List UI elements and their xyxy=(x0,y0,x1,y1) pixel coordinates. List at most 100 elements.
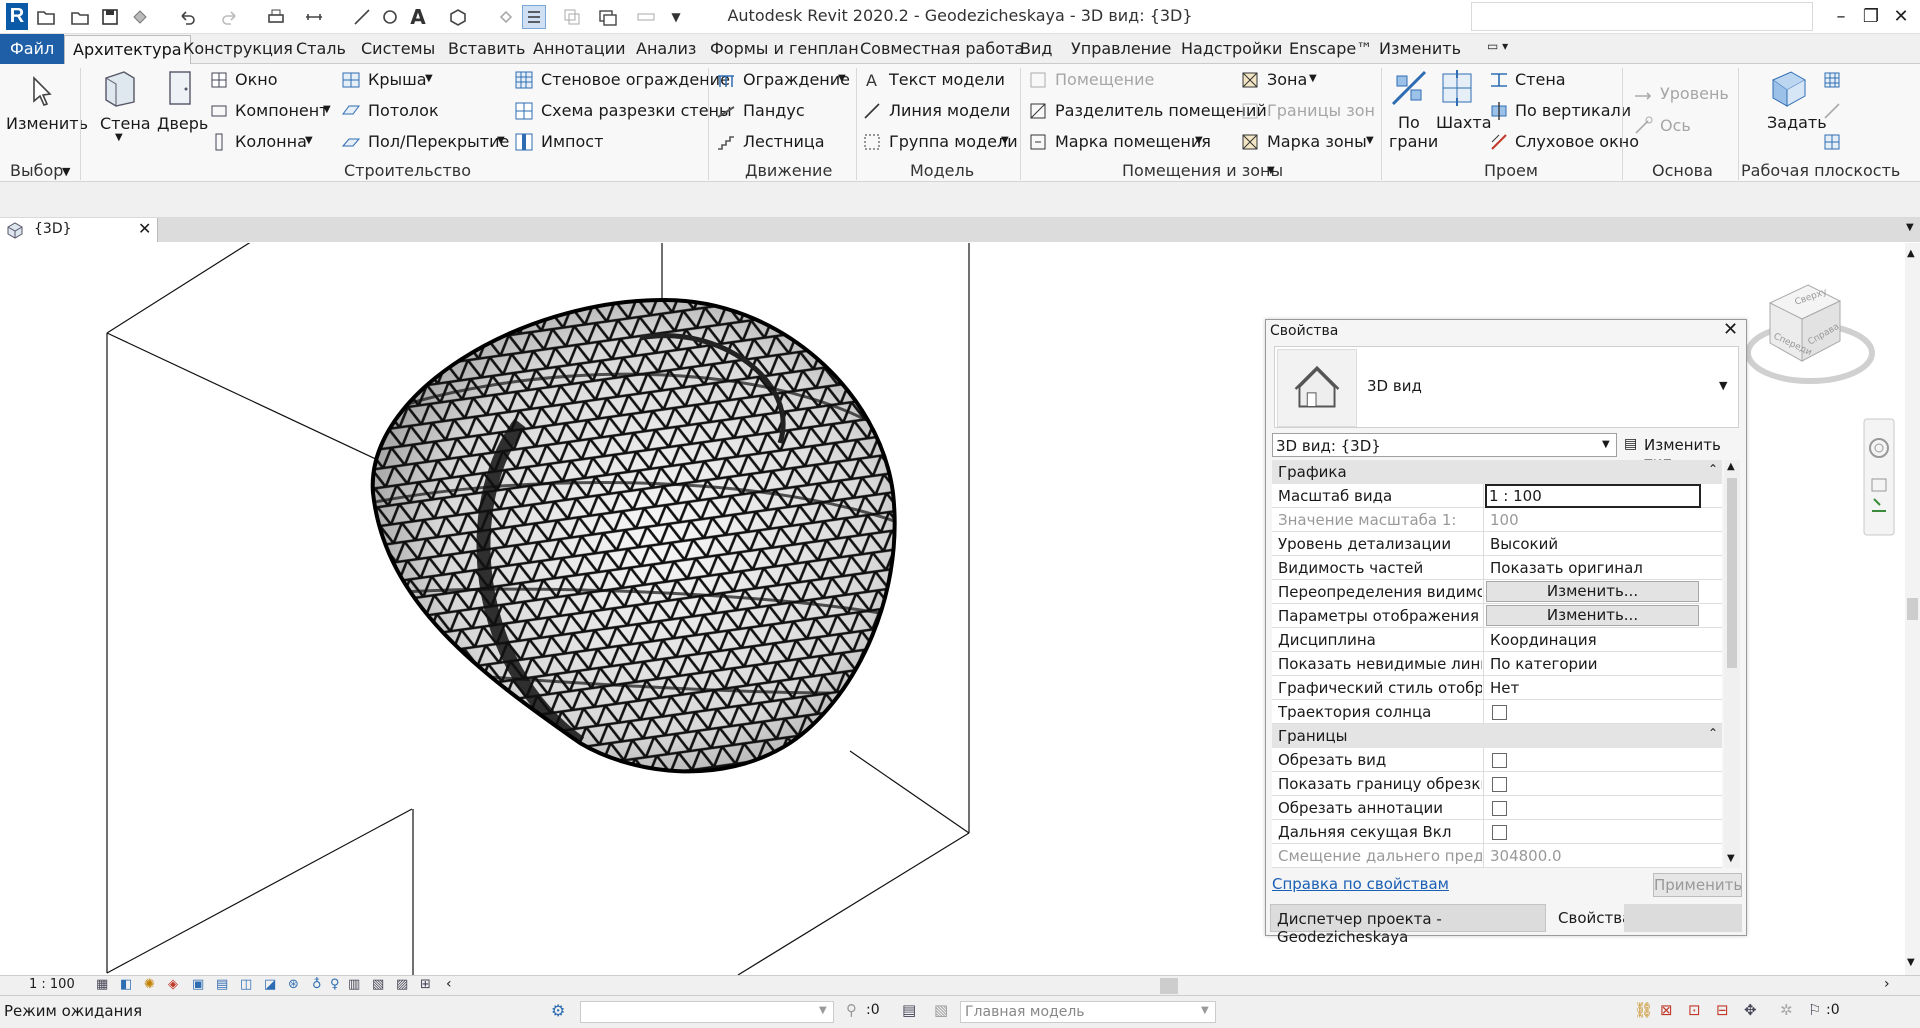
model-text-button[interactable]: Текст модели xyxy=(889,70,1005,89)
tab-manage[interactable]: Управление xyxy=(1071,39,1171,58)
instance-selector[interactable]: 3D вид: {3D} ▼ xyxy=(1272,433,1617,457)
edit-graphic-display-button[interactable]: Изменить... xyxy=(1486,605,1699,626)
sync-icon[interactable] xyxy=(128,5,152,29)
detail-level-icon[interactable]: ▦ xyxy=(96,977,108,992)
vertical-scrollbar[interactable]: ▲ ▼ xyxy=(1905,243,1920,975)
ceiling-button[interactable]: Потолок xyxy=(368,101,439,120)
property-row[interactable]: Уровень детализации Высокий xyxy=(1272,532,1722,556)
workset-dropdown[interactable]: ▼ xyxy=(580,1001,834,1023)
chevron-down-icon[interactable]: ▼ xyxy=(1201,1005,1209,1016)
property-row[interactable]: Обрезать вид xyxy=(1272,748,1722,772)
section-icon[interactable] xyxy=(494,5,518,29)
room-tag-icon[interactable] xyxy=(1028,132,1048,152)
search-input[interactable] xyxy=(1471,2,1813,31)
area-boundary-icon[interactable] xyxy=(1240,101,1260,121)
dormer-button[interactable]: Слуховое окно xyxy=(1515,132,1639,151)
area-button[interactable]: Зона xyxy=(1267,70,1307,89)
by-face-button[interactable]: По xyxy=(1398,113,1420,132)
chevron-down-icon[interactable]: ▼ xyxy=(1195,135,1203,146)
property-row[interactable]: Переопределения видимос...Изменить... xyxy=(1272,580,1722,604)
shadows-icon[interactable]: ◈ xyxy=(168,977,178,992)
worksets-icon[interactable]: ⚙ xyxy=(551,1001,565,1020)
crop-icon[interactable]: ◫ xyxy=(240,977,252,992)
horizontal-scroll-thumb[interactable] xyxy=(1160,978,1178,994)
scroll-down-icon[interactable]: ▼ xyxy=(1727,853,1735,864)
chevron-down-icon[interactable]: ▼ xyxy=(62,165,70,178)
section-graphics[interactable]: Графика ⌃ xyxy=(1272,460,1722,484)
room-separator-icon[interactable] xyxy=(1028,101,1048,121)
model-group-button[interactable]: Группа модели xyxy=(889,132,1018,151)
ceiling-icon[interactable] xyxy=(341,101,361,121)
crop-region-visible-checkbox[interactable] xyxy=(1492,777,1507,792)
annotation-crop-checkbox[interactable] xyxy=(1492,801,1507,816)
open-icon[interactable] xyxy=(34,5,58,29)
ramp-icon[interactable] xyxy=(716,101,736,121)
editable-only-icon[interactable]: ⚲ xyxy=(846,1001,857,1019)
scroll-thumb[interactable] xyxy=(1907,598,1918,620)
room-button[interactable]: Помещение xyxy=(1055,70,1154,89)
collapse-icon[interactable]: ⌃ xyxy=(1708,462,1718,476)
tab-structure[interactable]: Конструкция xyxy=(183,39,293,58)
property-row[interactable]: Обрезать аннотации xyxy=(1272,796,1722,820)
customize-icon[interactable] xyxy=(634,5,658,29)
panel-toggle-icon[interactable]: ▭ ▾ xyxy=(1487,39,1508,53)
vertical-opening-icon[interactable] xyxy=(1489,101,1509,121)
select-pinned-icon[interactable]: ⊡ xyxy=(1688,1001,1701,1019)
group-select[interactable]: Выбор xyxy=(10,161,63,180)
tab-annotate[interactable]: Аннотации xyxy=(533,39,625,58)
modify-button[interactable]: Изменить xyxy=(6,114,88,133)
roof-icon[interactable] xyxy=(341,70,361,90)
type-selector[interactable]: 3D вид ▼ xyxy=(1274,346,1739,428)
component-button[interactable]: Компонент xyxy=(235,101,329,120)
tab-systems[interactable]: Системы xyxy=(361,39,435,58)
model-line-button[interactable]: Линия модели xyxy=(889,101,1010,120)
railing-icon[interactable] xyxy=(716,70,736,90)
edit-type-button[interactable]: ▤ Изменить тип xyxy=(1624,433,1744,472)
model-text-icon[interactable]: A xyxy=(862,70,882,90)
chevron-down-icon[interactable]: ▼ xyxy=(1267,165,1275,176)
crop-view-checkbox[interactable] xyxy=(1492,753,1507,768)
scroll-up-icon[interactable]: ▲ xyxy=(1727,461,1735,472)
qat-dropdown-icon[interactable]: ▼ xyxy=(664,5,688,29)
properties-palette[interactable]: Свойства ✕ 3D вид ▼ 3D вид: {3D} ▼ ▤ Изм… xyxy=(1265,319,1747,946)
level-button[interactable]: Уровень xyxy=(1660,84,1729,103)
chevron-down-icon[interactable]: ▼ xyxy=(838,73,846,84)
far-clip-checkbox[interactable] xyxy=(1492,825,1507,840)
door-icon[interactable] xyxy=(160,68,200,108)
text-icon[interactable]: A xyxy=(406,5,430,29)
drag-elements-icon[interactable]: ✥ xyxy=(1744,1001,1757,1019)
maximize-button[interactable]: ❐ xyxy=(1858,4,1884,30)
mullion-icon[interactable] xyxy=(514,132,534,152)
properties-scrollbar[interactable]: ▲ ▼ xyxy=(1724,460,1740,868)
tab-addins[interactable]: Надстройки xyxy=(1181,39,1282,58)
room-separator-button[interactable]: Разделитель помещений xyxy=(1055,101,1267,120)
tab-massing[interactable]: Формы и генплан xyxy=(710,39,859,58)
render-icon[interactable]: ▣ xyxy=(192,977,204,992)
modify-cursor-icon[interactable] xyxy=(22,72,62,112)
chevron-down-icon[interactable]: ▼ xyxy=(115,132,123,143)
sun-icon[interactable]: ✺ xyxy=(144,977,155,992)
area-icon[interactable] xyxy=(1240,70,1260,90)
view-scale-input[interactable]: 1 : 100 xyxy=(1485,484,1701,508)
railing-button[interactable]: Ограждение xyxy=(743,70,850,89)
scroll-right-icon[interactable]: › xyxy=(1884,976,1890,992)
print-icon[interactable] xyxy=(264,5,288,29)
column-icon[interactable] xyxy=(209,132,229,152)
scroll-up-icon[interactable]: ▲ xyxy=(1907,248,1915,259)
switch-windows-icon[interactable] xyxy=(596,5,620,29)
area-tag-icon[interactable] xyxy=(1240,132,1260,152)
property-row[interactable]: Значение масштаба 1: 100 xyxy=(1272,508,1722,532)
curtain-system-button[interactable]: Стеновое ограждение xyxy=(541,70,730,89)
chevron-down-icon[interactable]: ▼ xyxy=(1719,379,1727,392)
show-workplane-icon[interactable] xyxy=(1822,70,1842,90)
wall-icon[interactable] xyxy=(100,68,140,108)
save-icon[interactable] xyxy=(98,5,122,29)
dormer-icon[interactable] xyxy=(1489,132,1509,152)
minimize-button[interactable]: – xyxy=(1828,4,1854,30)
close-icon[interactable]: ✕ xyxy=(1723,319,1738,340)
model-line-icon[interactable] xyxy=(862,101,882,121)
chevron-down-icon[interactable]: ▼ xyxy=(305,135,313,146)
chevron-down-icon[interactable]: ▼ xyxy=(425,73,433,84)
property-value[interactable]: Показать оригинал xyxy=(1490,559,1716,577)
scroll-thumb[interactable] xyxy=(1727,478,1737,668)
